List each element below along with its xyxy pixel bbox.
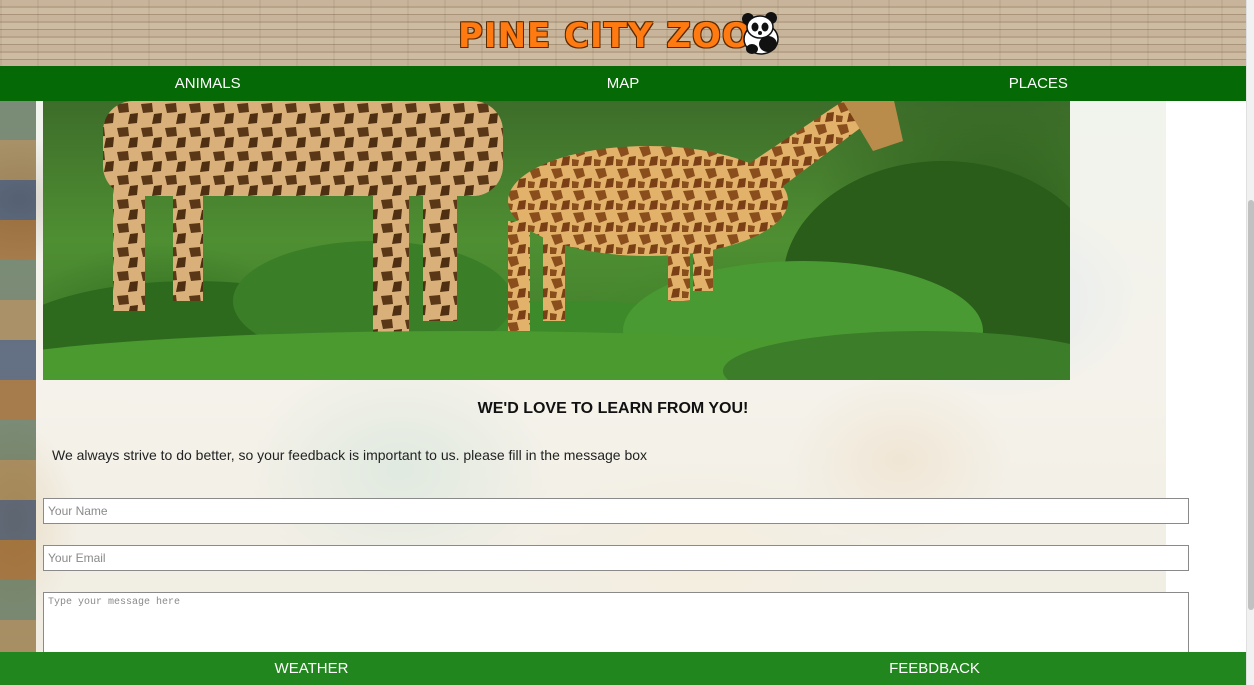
site-logo[interactable]: PINE CITY ZOO <box>458 12 784 58</box>
footer-nav: WEATHER FEEBDBACK <box>0 652 1246 685</box>
nav-animals[interactable]: ANIMALS <box>0 66 415 101</box>
message-textarea[interactable] <box>43 592 1189 654</box>
email-input[interactable] <box>43 545 1189 571</box>
nav-feedback[interactable]: FEEBDBACK <box>623 652 1246 685</box>
name-input[interactable] <box>43 498 1189 524</box>
page-heading: WE'D LOVE TO LEARN FROM YOU! <box>477 400 749 417</box>
giraffe-illustration <box>43 101 1070 380</box>
nav-map[interactable]: MAP <box>415 66 830 101</box>
logo-text: PINE CITY ZOO <box>458 16 752 56</box>
hero-giraffe-image <box>43 101 1070 380</box>
panda-icon <box>741 12 779 55</box>
page-scrollbar[interactable] <box>1246 0 1254 685</box>
nav-places[interactable]: PLACES <box>831 66 1246 101</box>
right-margin <box>1166 100 1246 660</box>
scrollbar-thumb[interactable] <box>1248 200 1254 610</box>
background-map-strip <box>0 100 36 660</box>
main-nav: ANIMALS MAP PLACES <box>0 66 1246 101</box>
intro-text: We always strive to do better, so your f… <box>52 447 648 463</box>
nav-weather[interactable]: WEATHER <box>0 652 623 685</box>
site-header: PINE CITY ZOO <box>0 0 1246 66</box>
